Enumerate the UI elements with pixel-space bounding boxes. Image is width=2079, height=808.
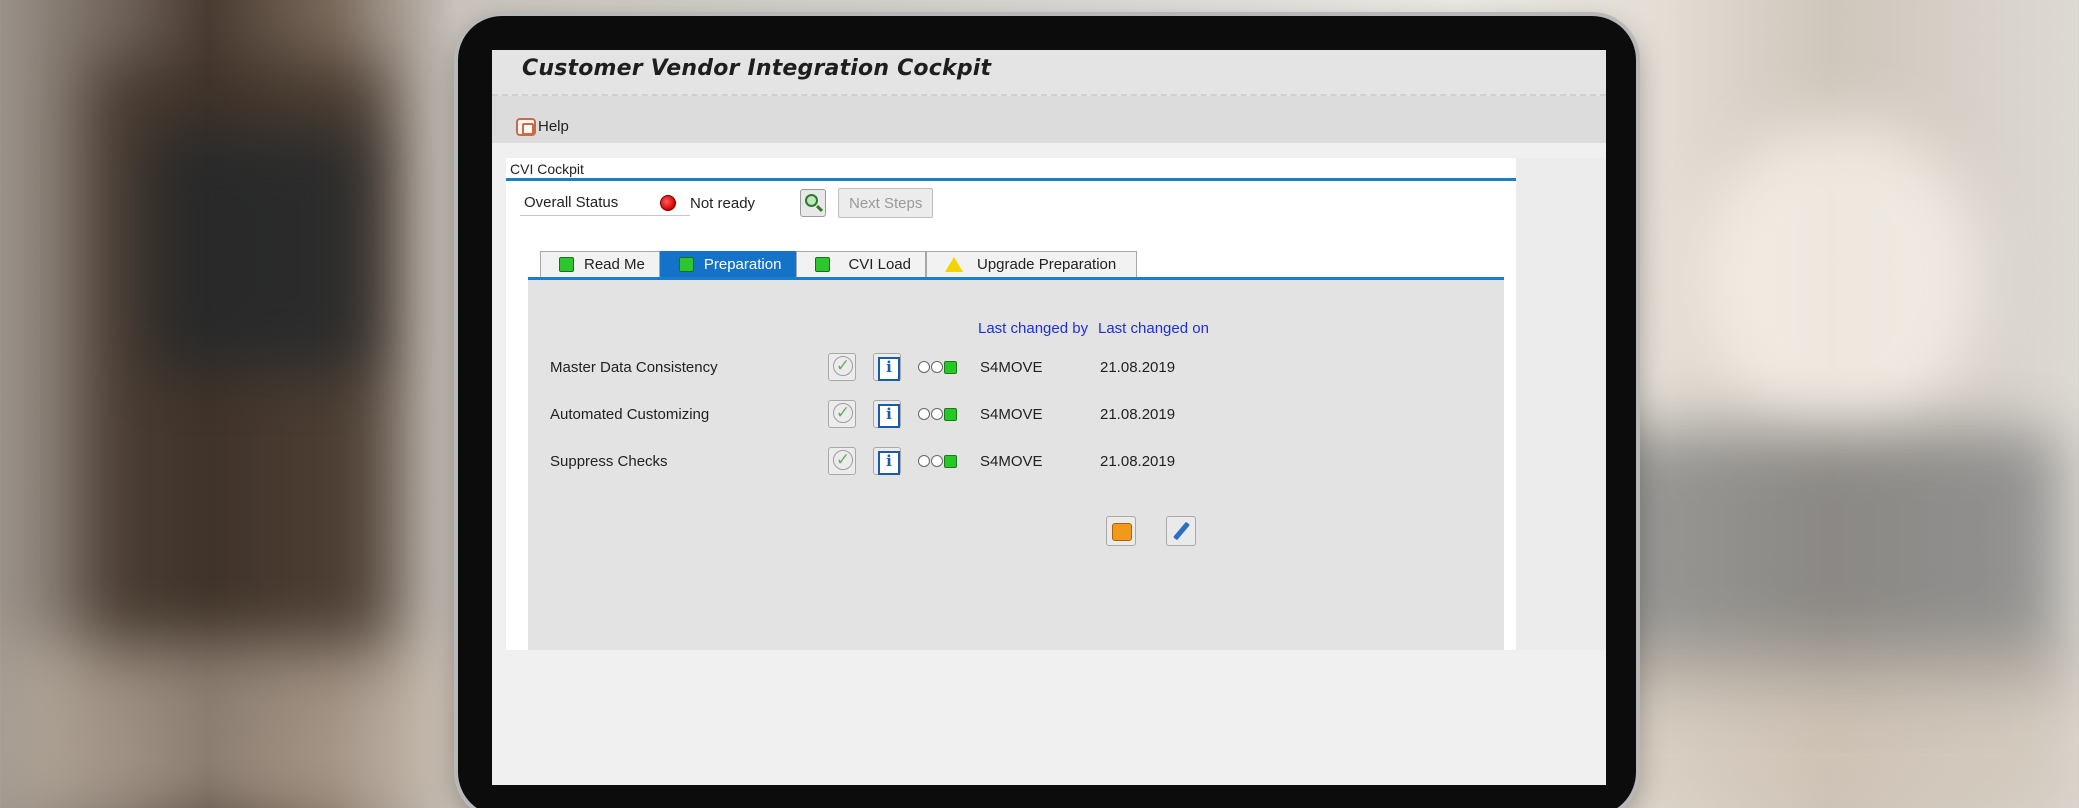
page-title: Customer Vendor Integration Cockpit xyxy=(522,56,992,81)
execute-check-button[interactable] xyxy=(828,353,856,381)
tab-label: Read Me xyxy=(584,256,645,273)
status-toggle-icon[interactable] xyxy=(918,407,957,421)
help-label: Help xyxy=(538,118,569,135)
changed-by-cell: S4MOVE xyxy=(980,452,1043,470)
tab-preparation[interactable]: Preparation xyxy=(659,251,797,277)
tab-upgrade-preparation[interactable]: Upgrade Preparation xyxy=(925,251,1138,277)
row-label: Suppress Checks xyxy=(550,452,668,470)
tab-label: Preparation xyxy=(703,256,782,273)
table-row: Suppress Checks S4MOVE 21.08.2019 xyxy=(528,446,1504,476)
transport-button[interactable] xyxy=(1106,516,1136,546)
red-status-light-icon xyxy=(660,195,676,211)
green-square-icon xyxy=(678,257,694,272)
execute-check-button[interactable] xyxy=(828,400,856,428)
warning-triangle-icon xyxy=(944,257,963,272)
tab-label: CVI Load xyxy=(848,256,911,273)
background-blur xyxy=(150,130,370,370)
cvi-cockpit-panel: CVI Cockpit Overall Status Not ready Nex… xyxy=(506,158,1516,650)
help-button[interactable]: Help xyxy=(516,117,569,136)
title-bar: Customer Vendor Integration Cockpit xyxy=(492,50,1606,96)
changed-on-cell: 21.08.2019 xyxy=(1100,452,1176,470)
help-icon xyxy=(516,117,536,136)
execute-check-button[interactable] xyxy=(828,447,856,475)
tab-label: Upgrade Preparation xyxy=(976,256,1117,273)
application-toolbar: Help xyxy=(492,96,1606,143)
info-button[interactable] xyxy=(873,400,901,428)
status-toggle-icon[interactable] xyxy=(918,360,957,374)
table-row: Automated Customizing S4MOVE 21.08.2019 xyxy=(528,399,1504,429)
preparation-tab-content: Last changed by Last changed on Master D… xyxy=(528,280,1504,650)
changed-by-cell: S4MOVE xyxy=(980,405,1043,423)
overall-status-value: Not ready xyxy=(690,194,756,212)
group-divider xyxy=(506,178,1516,181)
tab-strip: Read Me Preparation CVI Load Upgrade Pre… xyxy=(540,251,1138,277)
tab-read-me[interactable]: Read Me xyxy=(540,251,660,277)
green-square-icon xyxy=(559,257,574,272)
row-label: Automated Customizing xyxy=(550,405,710,423)
column-header-changed-on: Last changed on xyxy=(1098,320,1209,337)
sap-screen: Customer Vendor Integration Cockpit Help… xyxy=(492,50,1606,785)
green-square-icon xyxy=(815,257,831,272)
changed-by-cell: S4MOVE xyxy=(980,358,1043,376)
overall-status-row: Overall Status Not ready Next Steps xyxy=(520,188,934,218)
info-button[interactable] xyxy=(873,447,901,475)
changed-on-cell: 21.08.2019 xyxy=(1100,405,1176,423)
tab-cvi-load[interactable]: CVI Load xyxy=(796,251,926,277)
info-button[interactable] xyxy=(873,353,901,381)
changed-on-cell: 21.08.2019 xyxy=(1100,358,1176,376)
background-blur xyxy=(1700,120,1980,440)
row-label: Master Data Consistency xyxy=(550,358,718,376)
next-steps-button[interactable]: Next Steps xyxy=(838,188,934,218)
side-area xyxy=(1516,158,1606,650)
status-toggle-icon[interactable] xyxy=(918,454,957,468)
edit-pencil-button[interactable] xyxy=(1166,516,1196,546)
table-row: Master Data Consistency S4MOVE 21.08.201… xyxy=(528,352,1504,382)
column-header-changed-by: Last changed by xyxy=(978,320,1089,337)
group-title: CVI Cockpit xyxy=(510,161,584,177)
status-detail-button[interactable] xyxy=(800,189,826,217)
